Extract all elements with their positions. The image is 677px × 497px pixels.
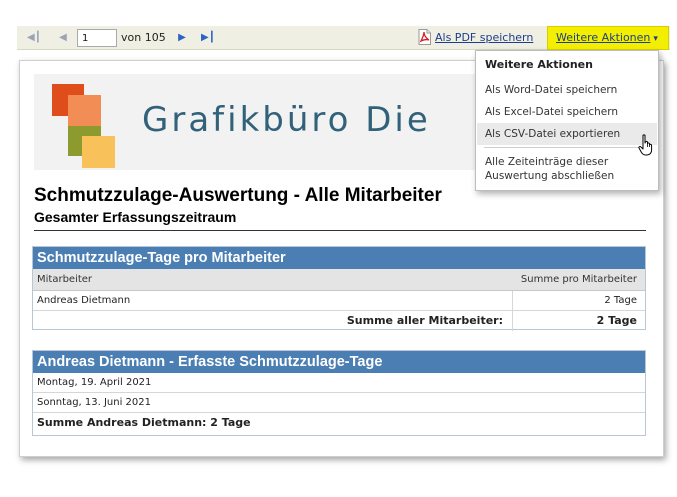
table-row: Montag, 19. April 2021	[33, 373, 645, 393]
close-entries-item[interactable]: Alle Zeiteinträge dieser Auswertung absc…	[477, 152, 657, 186]
page-number-input[interactable]	[77, 29, 117, 47]
total-value: 2 Tage	[596, 314, 637, 327]
next-page-icon[interactable]: ▶	[176, 26, 188, 50]
last-page-icon[interactable]: ▶┃	[201, 26, 215, 50]
page-count-label: von 105	[121, 31, 166, 44]
more-actions-button[interactable]: Weitere Aktionen ▾	[547, 26, 669, 50]
table-heading: Schmutzzulage-Tage pro Mitarbeiter	[33, 247, 645, 269]
logo-square-yellow	[82, 136, 115, 168]
table-heading: Andreas Dietmann - Erfasste Schmutzzulag…	[33, 351, 645, 373]
menu-divider	[484, 147, 652, 148]
report-toolbar: ◀┃ ◀ von 105 ▶ ▶┃ Als PDF speichern Weit…	[17, 26, 670, 50]
logo-square-orange	[68, 95, 101, 127]
more-actions-menu: Weitere Aktionen Als Word-Datei speicher…	[475, 50, 659, 191]
table-row: Andreas Dietmann 2 Tage	[33, 291, 645, 311]
first-page-icon[interactable]: ◀┃	[27, 26, 41, 50]
menu-title: Weitere Aktionen	[485, 58, 593, 71]
more-actions-label: Weitere Aktionen	[556, 31, 651, 44]
save-as-pdf-link[interactable]: Als PDF speichern	[435, 26, 533, 50]
report-title: Schmutzzulage-Auswertung - Alle Mitarbei…	[34, 185, 442, 206]
table-total-row: Summe Andreas Dietmann: 2 Tage	[37, 416, 251, 429]
save-as-word-item[interactable]: Als Word-Datei speichern	[477, 80, 657, 100]
table-row: Sonntag, 13. Juni 2021	[33, 393, 645, 413]
company-name: Grafikbüro Die	[142, 100, 431, 140]
employee-days-table: Andreas Dietmann - Erfasste Schmutzzulag…	[32, 350, 646, 436]
column-employee: Mitarbeiter	[37, 274, 93, 285]
table-column-header: Mitarbeiter Summe pro Mitarbeiter	[33, 269, 645, 291]
table-total-row: Summe aller Mitarbeiter: 2 Tage	[33, 311, 645, 331]
employee-name: Andreas Dietmann	[37, 295, 131, 306]
column-sum: Summe pro Mitarbeiter	[520, 274, 637, 285]
days-per-employee-table: Schmutzzulage-Tage pro Mitarbeiter Mitar…	[32, 246, 646, 331]
pdf-icon[interactable]	[418, 29, 431, 45]
hand-pointer-icon	[638, 134, 653, 156]
employee-sum: 2 Tage	[604, 295, 637, 306]
save-as-excel-item[interactable]: Als Excel-Datei speichern	[477, 102, 657, 122]
title-divider	[34, 230, 646, 231]
export-csv-item[interactable]: Als CSV-Datei exportieren	[477, 123, 657, 145]
report-subtitle: Gesamter Erfassungszeitraum	[34, 209, 237, 225]
total-label: Summe aller Mitarbeiter:	[346, 314, 503, 327]
previous-page-icon[interactable]: ◀	[57, 26, 69, 50]
chevron-down-icon: ▾	[653, 34, 658, 44]
